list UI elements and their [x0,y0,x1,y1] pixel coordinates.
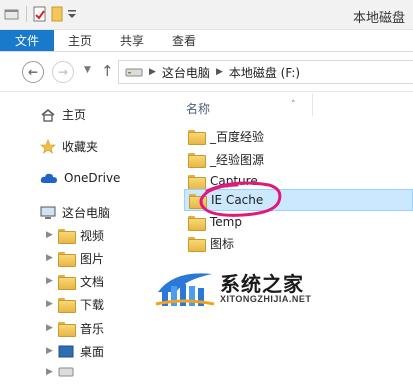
breadcrumb-local-disk[interactable]: 本地磁盘 (F:) [229,64,300,81]
back-arrow-icon: ← [27,65,39,79]
title-bar: 本地磁盘 [0,0,413,30]
tab-file[interactable]: 文件 [0,30,54,51]
nav-item-desktop[interactable]: 桌面 [58,343,104,360]
watermark-url: XITONGZHIJIA.NET [220,294,312,304]
list-item[interactable]: Temp [184,211,413,233]
watermark-logo-icon [155,273,215,306]
watermark-text: 系统之家 [220,272,304,296]
breadcrumb-chevron-icon: ▶ [149,67,156,77]
address-bar-row: ← → ▼ ↑ ▶ 这台电脑 ▶ 本地磁盘 (F:) [0,52,413,92]
nav-item-label: 音乐 [80,322,105,336]
quick-access-toolbar [4,6,77,22]
nav-item-label: 视频 [80,229,105,243]
home-icon [40,108,56,122]
sort-chevron-icon: ˄ [291,100,296,110]
column-divider[interactable] [312,94,313,116]
expand-chevron-icon[interactable]: ▶ [46,253,53,263]
list-item-label: _百度经验 [210,129,265,144]
watermark: 系统之家 XITONGZHIJIA.NET [154,264,374,314]
expand-chevron-icon[interactable]: ▶ [46,323,53,333]
nav-item-favorites[interactable]: 收藏夹 [40,138,98,155]
column-header-name[interactable]: 名称 ˄ [186,100,296,117]
folder-icon [188,129,206,145]
list-item[interactable]: _经验图源 [184,148,413,170]
window-title: 本地磁盘 [352,11,405,26]
ribbon-tabs: 文件 主页 共享 查看 [0,30,413,52]
nav-item-label: 文档 [80,275,105,289]
nav-item-documents[interactable]: 文档 [58,273,104,290]
list-item[interactable]: 图标 [184,232,413,254]
toolbar-separator [26,6,27,22]
back-button[interactable]: ← [22,61,44,83]
documents-folder-icon [58,275,76,290]
drive-icon [125,66,143,78]
navigation-pane: 主页 收藏夹 OneDrive 这台电脑 ▶ 视频 ▶ 图片 ▶ 文档 ▶ 下载 [0,92,176,388]
nav-item-home[interactable]: 主页 [40,106,86,123]
customize-toolbar-icon[interactable] [67,7,77,21]
nav-item-downloads[interactable]: 下载 [58,296,104,313]
new-folder-icon[interactable] [51,6,63,22]
list-item[interactable]: _百度经验 [184,125,413,147]
list-item-selected[interactable]: IE Cache [184,189,413,211]
properties-icon[interactable] [33,6,47,22]
breadcrumb-chevron-icon: ▶ [215,67,223,77]
up-arrow-icon[interactable]: ↑ [101,62,114,80]
star-icon [40,139,56,154]
onedrive-cloud-icon [40,172,58,184]
nav-item-label: 下载 [80,298,105,312]
expand-chevron-icon[interactable]: ▶ [46,276,53,286]
nav-item-label: OneDrive [64,171,121,185]
forward-arrow-icon: → [57,65,69,79]
folder-icon [188,236,206,252]
music-folder-icon [58,322,76,337]
expand-chevron-icon[interactable]: ▶ [46,230,53,240]
recent-locations-chevron-icon[interactable]: ▼ [84,65,91,75]
expand-chevron-icon[interactable]: ▶ [46,367,53,377]
list-item-label: IE Cache [211,193,264,207]
forward-button[interactable]: → [52,61,74,83]
breadcrumb-this-pc[interactable]: 这台电脑 [162,64,210,81]
folder-icon [188,215,206,231]
tab-home[interactable]: 主页 [54,30,106,51]
drive-icon [58,366,74,378]
folder-icon [188,174,206,190]
expand-chevron-icon[interactable]: ▶ [46,299,53,309]
nav-item-music[interactable]: 音乐 [58,320,104,337]
nav-item-label: 这台电脑 [62,206,111,220]
nav-item-pictures[interactable]: 图片 [58,250,104,267]
window-menu-icon[interactable] [4,7,20,21]
nav-item-videos[interactable]: 视频 [58,227,104,244]
downloads-folder-icon [58,298,76,313]
list-item-label: Temp [210,215,242,229]
nav-item-onedrive[interactable]: OneDrive [40,171,120,185]
tab-view[interactable]: 查看 [158,30,210,51]
file-list: 名称 ˄ _百度经验 _经验图源 Capture IE Cache Temp 图… [176,92,413,388]
nav-item-drive[interactable] [58,366,74,378]
computer-icon [40,206,56,220]
nav-item-this-pc[interactable]: 这台电脑 [40,204,110,221]
nav-item-label: 桌面 [80,345,105,359]
column-header-label: 名称 [186,102,211,116]
folder-icon [188,152,206,168]
list-item-label: Capture [210,174,258,188]
list-item-label: 图标 [210,236,235,251]
tab-share[interactable]: 共享 [106,30,158,51]
desktop-folder-icon [58,345,74,358]
nav-item-label: 图片 [80,252,105,266]
folder-icon [189,193,207,209]
expand-chevron-icon[interactable]: ▶ [46,346,53,356]
nav-item-label: 收藏夹 [62,140,99,154]
address-field[interactable]: ▶ 这台电脑 ▶ 本地磁盘 (F:) [118,60,413,84]
videos-folder-icon [58,229,76,244]
list-item-label: _经验图源 [210,152,265,167]
nav-item-label: 主页 [62,108,87,122]
pictures-folder-icon [58,252,76,267]
